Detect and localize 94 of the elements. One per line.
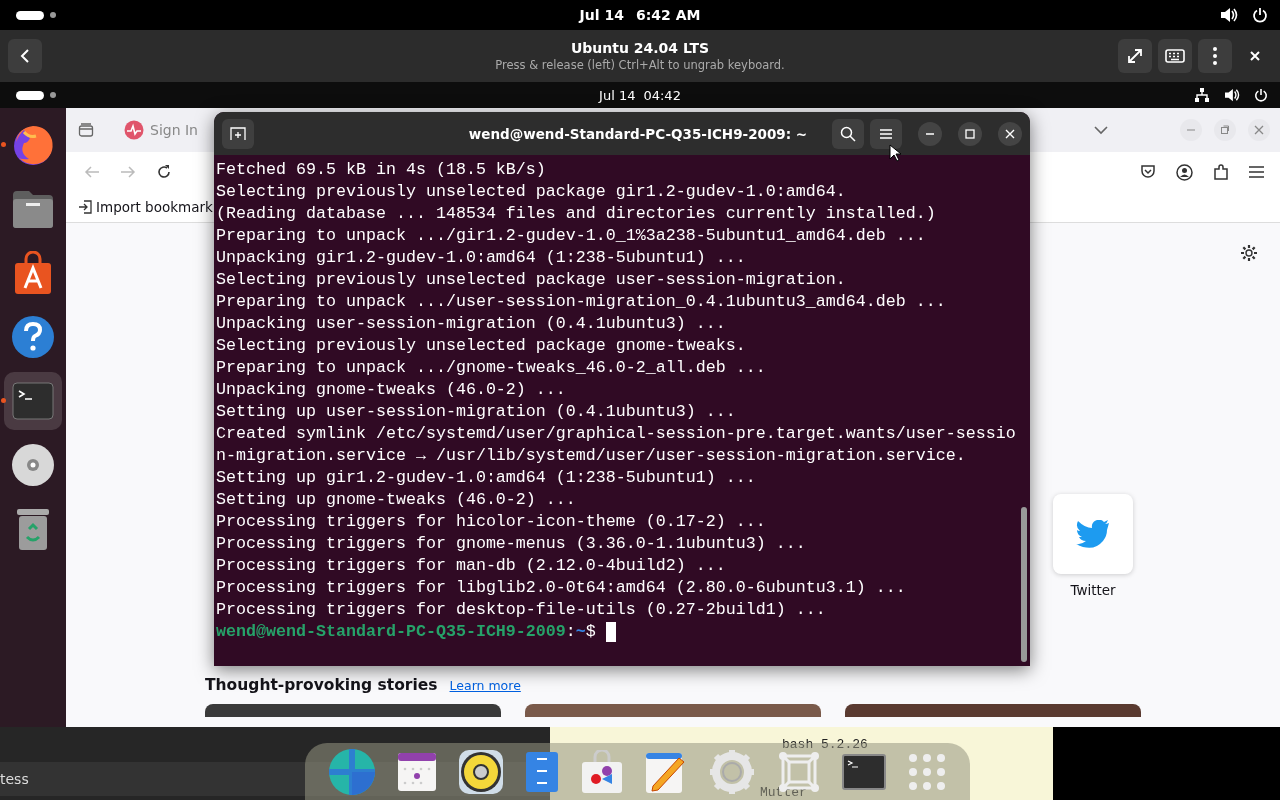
network-icon[interactable]	[1194, 87, 1210, 103]
workspace-indicator[interactable]	[16, 10, 44, 20]
window-title: wend@wend-Standard-PC-Q35-ICH9-2009: ~	[467, 125, 809, 142]
tab-tray-icon[interactable]	[78, 122, 94, 138]
terminal-line: Selecting previously unselected package user-session-migration.	[216, 269, 847, 291]
prompt-user-host: wend@wend-Standard-PC-Q35-ICH9-2009	[216, 621, 566, 643]
shortcut-label[interactable]: Twitter	[1070, 582, 1116, 598]
scrollbar-thumb[interactable]	[1021, 507, 1027, 662]
terminal-line: Processing triggers for desktop-file-utils (0.27-2build1) ...	[216, 599, 827, 621]
keyboard-icon	[1165, 49, 1185, 63]
pointer-icon	[889, 144, 901, 162]
calendar-icon[interactable]	[396, 751, 437, 792]
prompt-symbol: $	[585, 621, 596, 643]
search-icon	[840, 125, 856, 142]
running-indicator	[1, 398, 6, 403]
terminal-line: Created symlink /etc/systemd/user/graphical-session-pre.target.wants/user-session-migration.service → /usr/lib/systemd/user/user-session-migration.service.	[216, 423, 1016, 467]
reload-icon[interactable]	[156, 164, 172, 180]
menu-icon	[880, 128, 892, 139]
kebab-menu-icon	[1213, 47, 1217, 65]
menu-button[interactable]	[1198, 39, 1232, 73]
info-text: Mutter	[760, 785, 807, 800]
close-icon	[1005, 128, 1015, 139]
bird-icon	[1076, 520, 1110, 548]
workspace-dot[interactable]	[50, 12, 56, 18]
account-icon[interactable]	[1176, 163, 1193, 181]
time-text[interactable]: 6:42 AM	[635, 7, 701, 23]
power-icon[interactable]	[1254, 88, 1268, 102]
fullscreen-button[interactable]	[1118, 39, 1152, 73]
terminal-line: Preparing to unpack .../gnome-tweaks_46.0-2_all.deb ...	[216, 357, 767, 379]
disc-icon[interactable]	[11, 443, 55, 487]
chevron-left-icon	[19, 48, 31, 64]
keyboard-button[interactable]	[1158, 39, 1192, 73]
terminal-line: Preparing to unpack .../user-session-migration_0.4.1ubuntu3_amd64.deb ...	[216, 291, 947, 313]
terminal-line: (Reading database ... 148534 files and directories currently installed.)	[216, 203, 937, 225]
terminal-line: Unpacking gir1.2-gudev-1.0:amd64 (1:238-5ubuntu1) ...	[216, 247, 747, 269]
import-icon	[78, 200, 92, 214]
prompt-separator: :	[565, 621, 576, 643]
shortcut-tile[interactable]	[1053, 494, 1133, 574]
time-text[interactable]: 04:42	[643, 87, 681, 103]
prompt-path: ~	[575, 621, 586, 643]
workspace-dot[interactable]	[50, 92, 56, 98]
date-text[interactable]: Jul 14	[579, 7, 624, 23]
terminal-icon[interactable]	[12, 382, 54, 420]
close-icon	[1254, 125, 1264, 135]
terminal-line: Preparing to unpack .../gir1.2-gudev-1.0_1%3a238-5ubuntu1_amd64.deb ...	[216, 225, 927, 247]
workspace-indicator[interactable]	[16, 90, 44, 100]
terminal-line: Processing triggers for hicolor-icon-theme (0.17-2) ...	[216, 511, 767, 533]
help-icon[interactable]	[11, 315, 55, 359]
running-indicator	[1, 142, 6, 147]
terminal-line: Fetched 69.5 kB in 4s (18.5 kB/s)	[216, 159, 547, 181]
settings-icon[interactable]	[1240, 244, 1258, 262]
terminal-line: Setting up user-session-migration (0.4.1ubuntu3) ...	[216, 401, 737, 423]
terminal-line: Selecting previously unselected package gnome-tweaks.	[216, 335, 747, 357]
search-button[interactable]	[832, 118, 864, 149]
window-title: Ubuntu 24.04 LTS	[570, 40, 710, 56]
menu-icon[interactable]	[1249, 166, 1264, 178]
diagonal-arrow-icon	[1126, 47, 1144, 65]
close-button[interactable]	[998, 121, 1022, 146]
close-icon	[1249, 50, 1261, 62]
section-heading: Thought-provoking stories	[205, 676, 438, 694]
back-button[interactable]	[8, 39, 42, 73]
menu-button[interactable]	[870, 118, 902, 149]
pocket-icon[interactable]	[1140, 164, 1156, 180]
terminal-line: Processing triggers for man-db (2.12.0-4build2) ...	[216, 555, 727, 577]
puzzle-icon[interactable]	[1213, 163, 1229, 181]
info-text: bash 5.2.26	[782, 737, 868, 752]
volume-icon[interactable]	[1220, 7, 1238, 23]
minimize-icon	[925, 132, 935, 135]
restore-icon	[1220, 125, 1230, 135]
maximize-icon	[965, 128, 975, 139]
folder-icon[interactable]	[11, 189, 55, 229]
learn-more-link[interactable]: Learn more	[449, 678, 521, 693]
terminal-line: Setting up gir1.2-gudev-1.0:amd64 (1:238-5ubuntu1) ...	[216, 467, 757, 489]
pulse-icon	[124, 120, 144, 140]
terminal-line: Processing triggers for gnome-menus (3.36.0-1.1ubuntu3) ...	[216, 533, 807, 555]
minimize-icon	[1186, 129, 1196, 131]
date-text[interactable]: Jul 14	[599, 87, 636, 103]
volume-icon[interactable]	[1224, 88, 1240, 102]
new-tab-icon	[230, 125, 246, 142]
shopping-bag-icon[interactable]	[13, 251, 53, 295]
power-icon[interactable]	[1252, 7, 1268, 23]
terminal-line: Setting up gnome-tweaks (46.0-2) ...	[216, 489, 577, 511]
maximize-button[interactable]	[958, 121, 982, 146]
trash-icon[interactable]	[15, 507, 51, 551]
text-cursor	[605, 622, 616, 642]
chevron-down-icon[interactable]	[1094, 125, 1108, 135]
terminal-line: Selecting previously unselected package gir1.2-gudev-1.0:amd64.	[216, 181, 847, 203]
window-subtitle: Press & release (left) Ctrl+Alt to ungrab keyboard.	[495, 58, 785, 72]
terminal-icon[interactable]	[842, 753, 887, 790]
terminal-line: Unpacking user-session-migration (0.4.1ubuntu3) ...	[216, 313, 727, 335]
terminal-line: Processing triggers for libglib2.0-0t64:amd64 (2.80.0-6ubuntu3.1) ...	[216, 577, 907, 599]
terminal-line: Unpacking gnome-tweaks (46.0-2) ...	[216, 379, 567, 401]
new-tab-button[interactable]	[222, 118, 254, 149]
minimize-button[interactable]	[918, 121, 942, 146]
